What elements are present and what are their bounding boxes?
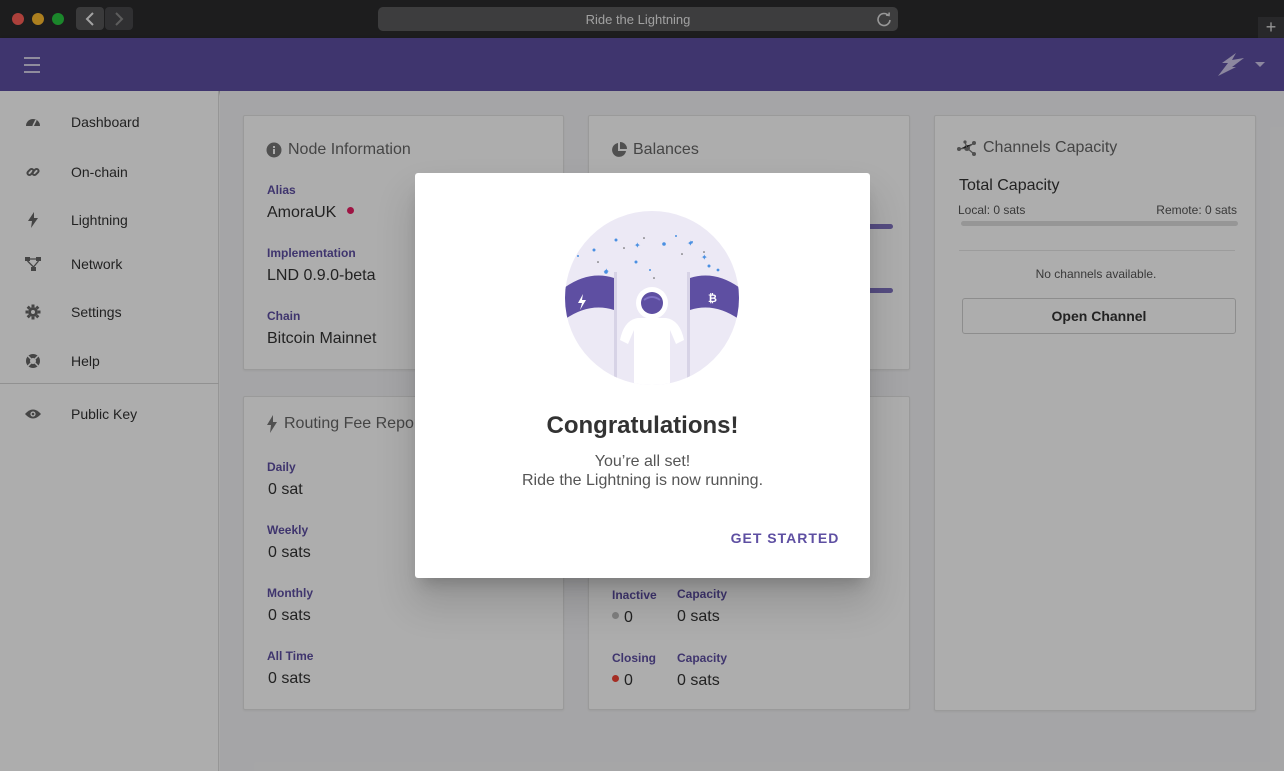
- svg-text:✦: ✦: [634, 241, 641, 250]
- get-started-button[interactable]: GET STARTED: [723, 524, 847, 552]
- dialog-title: Congratulations!: [546, 412, 739, 439]
- svg-text:✦: ✦: [701, 253, 708, 262]
- dialog-message-line1: You’re all set!: [594, 453, 691, 470]
- astronaut-flags-illustration: ✦ ✦ ✦ ✦ ₿: [565, 211, 739, 385]
- svg-text:✦: ✦: [603, 267, 610, 276]
- svg-text:✦: ✦: [687, 239, 694, 248]
- welcome-dialog: ✦ ✦ ✦ ✦ ₿ Congratulations! You’re all set! …: [415, 173, 870, 578]
- dialog-message-line2: Ride the Lightning is now running.: [521, 472, 764, 489]
- svg-text:₿: ₿: [708, 292, 717, 305]
